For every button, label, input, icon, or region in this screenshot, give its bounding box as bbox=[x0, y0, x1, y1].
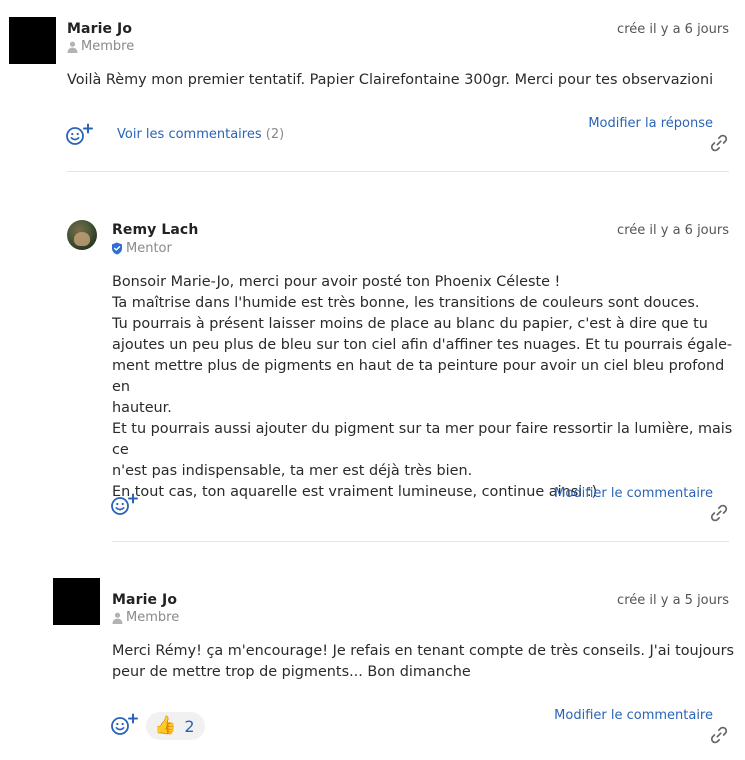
comment-body: Bonsoir Marie-Jo, merci pour avoir posté… bbox=[112, 272, 745, 503]
edit-comment-link[interactable]: Modifier le commentaire bbox=[554, 486, 713, 501]
edit-comment-link[interactable]: Modifier le commentaire bbox=[554, 708, 713, 723]
body-line: Et tu pourrais aussi ajouter du pigment … bbox=[112, 421, 733, 458]
body-line: ment mettre plus de pigments en haut de … bbox=[112, 358, 725, 395]
post-divider bbox=[67, 171, 729, 172]
thumbs-up-icon: 👍 bbox=[154, 715, 177, 736]
view-comments-label: Voir les commentaires bbox=[117, 127, 262, 142]
comment-divider bbox=[112, 541, 729, 542]
role-label: Membre bbox=[81, 39, 135, 54]
body-line: Merci Rémy! ça m'encourage! Je refais en… bbox=[112, 643, 734, 659]
add-reaction-icon bbox=[111, 493, 138, 515]
body-line: Bonsoir Marie-Jo, merci pour avoir posté… bbox=[112, 274, 561, 290]
body-line: n'est pas indispensable, ta mer est déjà… bbox=[112, 463, 473, 479]
role-label: Membre bbox=[126, 610, 180, 625]
avatar[interactable] bbox=[53, 578, 100, 625]
author-role: Membre bbox=[112, 610, 179, 625]
thumbs-up-reaction[interactable]: 👍 2 bbox=[146, 712, 205, 740]
edit-answer-link[interactable]: Modifier la réponse bbox=[588, 116, 713, 131]
author-name[interactable]: Remy Lach bbox=[112, 222, 198, 238]
user-icon bbox=[67, 41, 78, 53]
comment-reply: Marie Jo Membre crée il y a 5 jours Merc… bbox=[0, 570, 745, 760]
post-body: Voilà Rèmy mon premier tentatif. Papier … bbox=[67, 70, 713, 91]
verified-shield-icon bbox=[112, 242, 122, 255]
post-date: crée il y a 6 jours bbox=[617, 223, 729, 238]
comments-count: (2) bbox=[265, 127, 285, 142]
user-icon bbox=[112, 612, 123, 624]
body-line: peur de mettre trop de pigments... Bon d… bbox=[112, 664, 471, 680]
link-icon bbox=[710, 504, 728, 522]
body-line: hauteur. bbox=[112, 400, 172, 416]
avatar[interactable] bbox=[67, 220, 97, 250]
add-reaction-icon bbox=[111, 713, 138, 735]
author-name[interactable]: Marie Jo bbox=[112, 592, 177, 608]
body-line: Voilà Rèmy mon premier tentatif. Papier … bbox=[67, 72, 714, 88]
body-line: Ta maîtrise dans l'humide est très bonne… bbox=[112, 295, 700, 311]
author-role: Mentor bbox=[111, 241, 172, 256]
link-icon bbox=[710, 726, 728, 744]
author-role: Membre bbox=[67, 39, 134, 54]
link-icon bbox=[710, 134, 728, 152]
avatar[interactable] bbox=[9, 17, 56, 64]
body-line: Tu pourrais à présent laisser moins de p… bbox=[112, 316, 708, 332]
post-original: Marie Jo Membre crée il y a 6 jours Voil… bbox=[0, 0, 745, 172]
view-comments-link[interactable]: Voir les commentaires (2) bbox=[117, 127, 284, 142]
reaction-count: 2 bbox=[184, 716, 195, 736]
author-name[interactable]: Marie Jo bbox=[67, 21, 132, 37]
add-reaction-button[interactable] bbox=[66, 123, 94, 147]
add-reaction-button[interactable] bbox=[111, 493, 139, 517]
copy-link-button[interactable] bbox=[709, 725, 729, 745]
add-reaction-icon bbox=[66, 123, 93, 145]
post-date: crée il y a 5 jours bbox=[617, 593, 729, 608]
copy-link-button[interactable] bbox=[709, 133, 729, 153]
body-line: ajoutes un peu plus de bleu sur ton ciel… bbox=[112, 337, 733, 353]
post-date: crée il y a 6 jours bbox=[617, 22, 729, 37]
comment-body: Merci Rémy! ça m'encourage! Je refais en… bbox=[112, 641, 734, 683]
add-reaction-button[interactable] bbox=[111, 713, 139, 737]
role-label: Mentor bbox=[126, 241, 172, 256]
comment-mentor: Remy Lach Mentor crée il y a 6 jours Bon… bbox=[0, 200, 745, 542]
copy-link-button[interactable] bbox=[709, 503, 729, 523]
